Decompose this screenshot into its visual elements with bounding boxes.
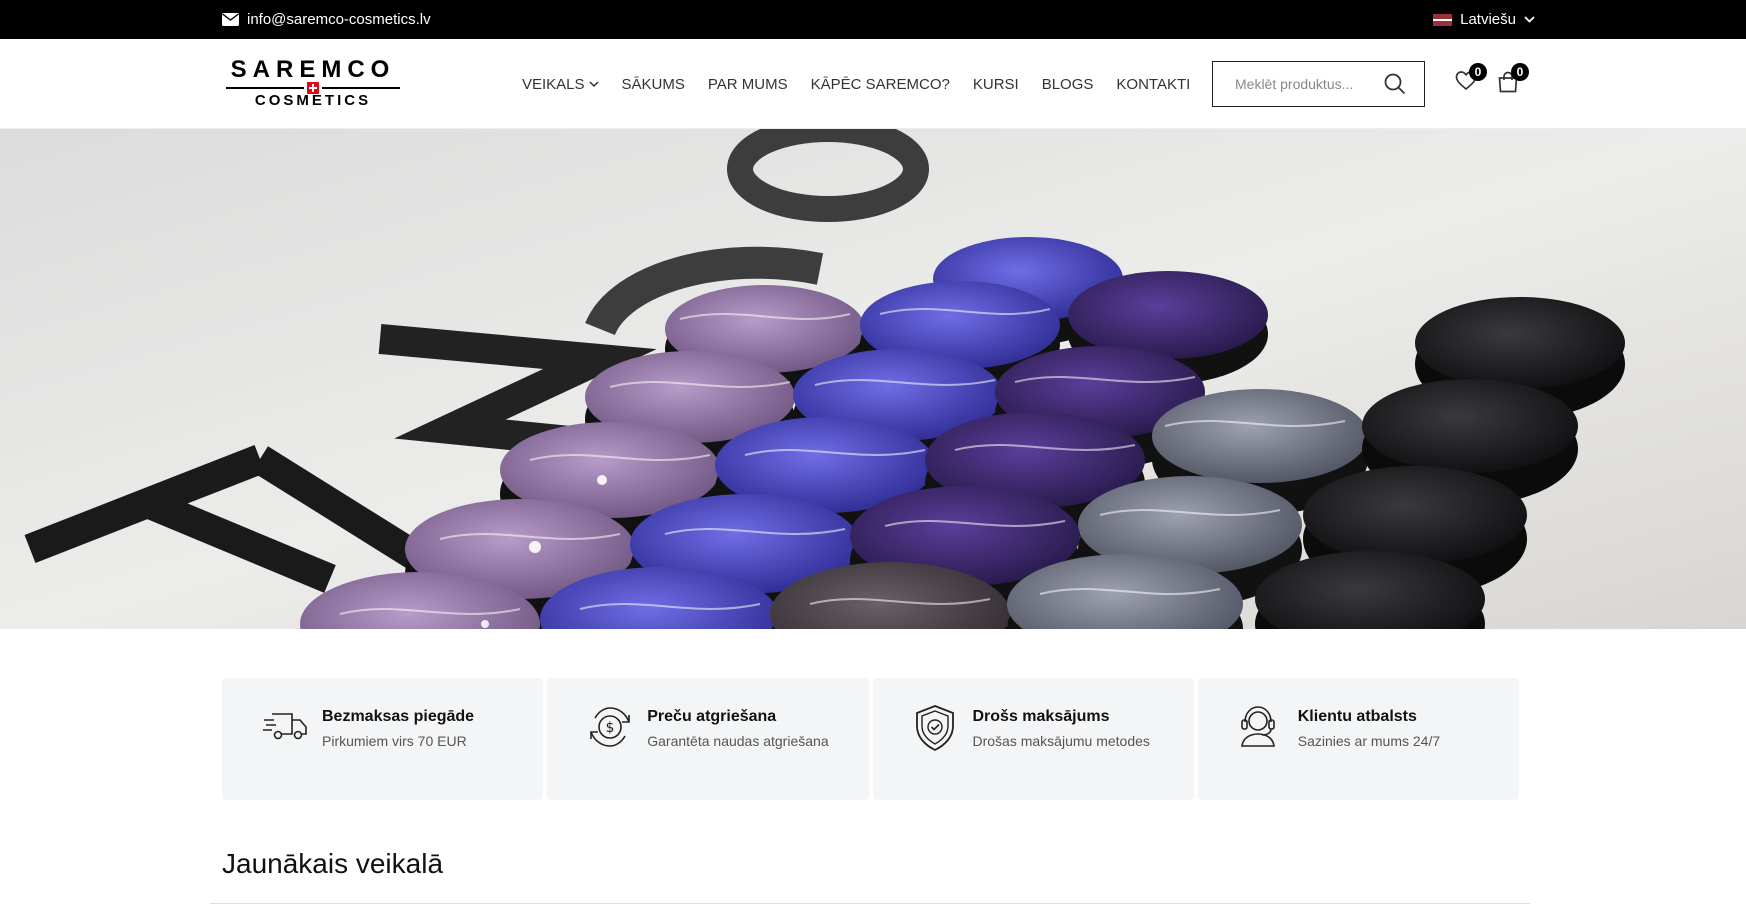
shield-check-icon <box>915 705 954 752</box>
feature-secure-payment: Drošs maksājums Drošas maksājumu metodes <box>872 678 1194 800</box>
site-header: SAREMCO COSMETICS VEIKALS SĀKUMS PAR MUM… <box>0 39 1746 129</box>
feature-desc: Sazinies ar mums 24/7 <box>1297 733 1441 749</box>
feature-desc: Garantēta naudas atgriešana <box>647 733 829 749</box>
language-selector[interactable]: Latviešu <box>1433 0 1535 39</box>
money-return-icon: $ <box>590 707 631 747</box>
nav-item-blogs[interactable]: BLOGS <box>1042 76 1094 93</box>
truck-icon <box>263 713 307 740</box>
search-box <box>1212 61 1425 107</box>
wishlist-count-badge: 0 <box>1469 63 1487 81</box>
envelope-icon <box>222 13 239 26</box>
site-logo[interactable]: SAREMCO COSMETICS <box>226 57 400 109</box>
feature-desc: Pirkumiem virs 70 EUR <box>322 733 467 749</box>
main-nav: VEIKALS SĀKUMS PAR MUMS KĀPĒC SAREMCO? K… <box>522 39 1190 129</box>
top-bar: info@saremco-cosmetics.lv Latviešu <box>0 0 1746 39</box>
wishlist-button[interactable]: 0 <box>1455 63 1487 96</box>
chevron-down-icon <box>1524 16 1535 23</box>
latvia-flag-icon <box>1433 13 1453 26</box>
logo-sub: COSMETICS <box>254 92 372 109</box>
language-label: Latviešu <box>1460 11 1516 28</box>
email-text[interactable]: info@saremco-cosmetics.lv <box>247 11 431 28</box>
nav-item-kursi[interactable]: KURSI <box>973 76 1019 93</box>
feature-title: Drošs maksājums <box>972 708 1110 725</box>
email-link[interactable]: info@saremco-cosmetics.lv <box>222 0 431 39</box>
feature-free-shipping: Bezmaksas piegāde Pirkumiem virs 70 EUR <box>222 678 544 800</box>
cart-button[interactable]: 0 <box>1497 63 1529 98</box>
hero-banner <box>0 129 1746 629</box>
feature-returns: $ Preču atgriešana Garantēta naudas atgr… <box>547 678 869 800</box>
feature-support: Klientu atbalsts Sazinies ar mums 24/7 <box>1197 678 1519 800</box>
nav-item-veikals[interactable]: VEIKALS <box>522 76 599 93</box>
feature-title: Preču atgriešana <box>647 708 777 725</box>
feature-title: Bezmaksas piegāde <box>322 708 475 725</box>
hero-image <box>0 129 1746 629</box>
feature-title: Klientu atbalsts <box>1297 708 1417 725</box>
section-divider <box>210 903 1530 904</box>
nav-item-sakums[interactable]: SĀKUMS <box>622 76 685 93</box>
cart-count-badge: 0 <box>1511 63 1529 81</box>
section-title: Jaunākais veikalā <box>222 848 444 879</box>
search-icon[interactable] <box>1384 73 1406 95</box>
search-input[interactable] <box>1235 76 1375 92</box>
features-strip: Bezmaksas piegāde Pirkumiem virs 70 EUR … <box>222 678 1519 800</box>
nav-item-kapec-saremco[interactable]: KĀPĒC SAREMCO? <box>811 76 950 93</box>
feature-desc: Drošas maksājumu metodes <box>972 733 1150 749</box>
headset-icon <box>1240 706 1275 747</box>
svg-text:$: $ <box>606 720 615 736</box>
logo-brand: SAREMCO <box>230 56 396 83</box>
chevron-down-icon <box>589 81 599 87</box>
nav-item-par-mums[interactable]: PAR MUMS <box>708 76 788 93</box>
nav-item-kontakti[interactable]: KONTAKTI <box>1116 76 1190 93</box>
